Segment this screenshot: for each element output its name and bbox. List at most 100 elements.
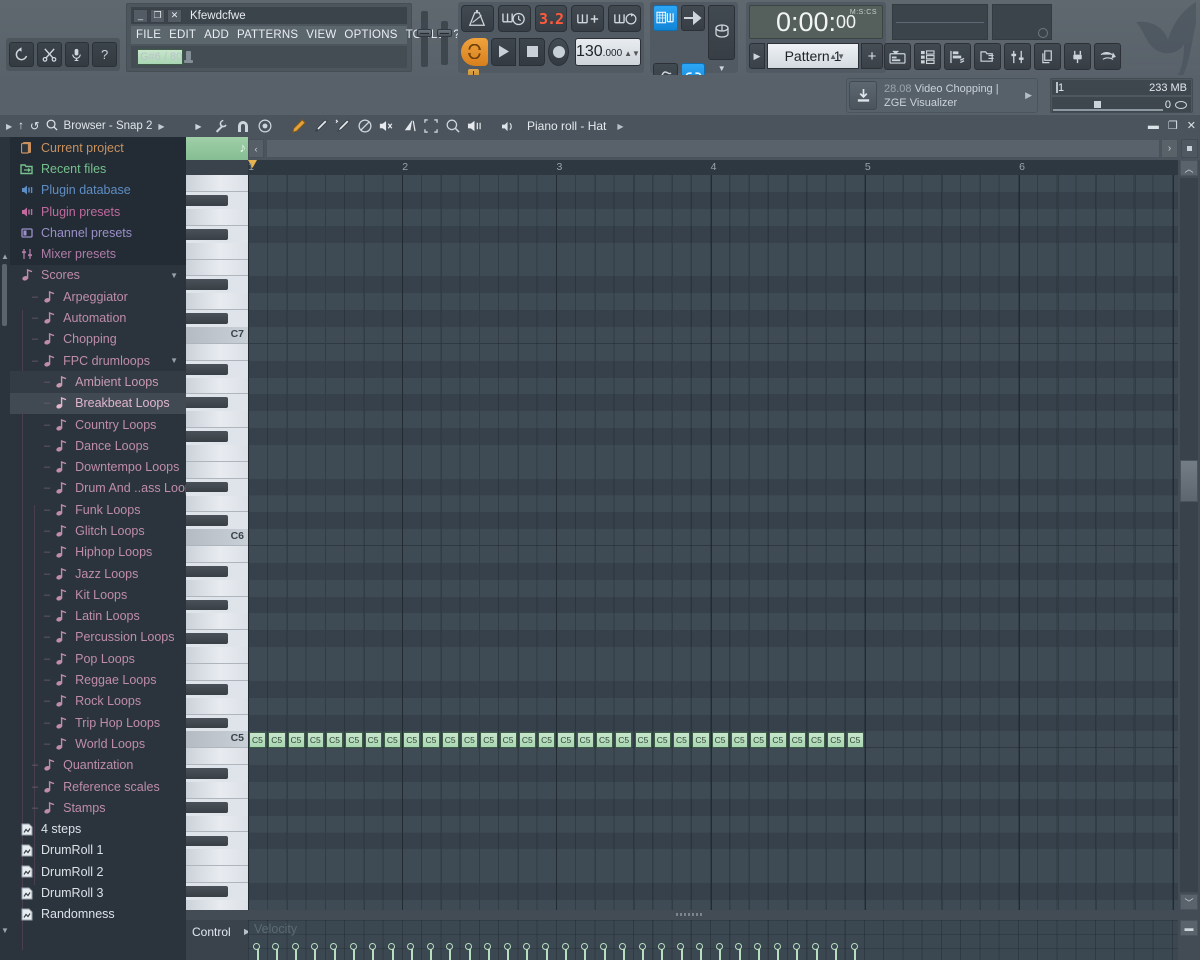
vertical-scrollbar[interactable]: ︿ ﹀ (1178, 160, 1200, 910)
velocity-handle[interactable] (580, 943, 588, 950)
browser-item-ambient-loops[interactable]: – Ambient Loops (10, 371, 186, 393)
velocity-handle[interactable] (792, 943, 800, 950)
browser-item-jazz-loops[interactable]: – Jazz Loops (10, 563, 186, 584)
pattern-song-mode-button[interactable]: 3.2 (534, 5, 568, 32)
piano-key-white[interactable] (186, 411, 248, 429)
velocity-scrollbar[interactable]: ▬ (1178, 920, 1200, 960)
piano-key-black[interactable] (186, 683, 228, 695)
piano-key-white[interactable] (186, 259, 248, 277)
piano-key-white[interactable] (186, 209, 248, 226)
piano-key-black[interactable] (186, 397, 228, 409)
note-grid[interactable]: C5 C5 C5 C5 C5 C5 C5 C5 C5 C5 C5 C5 C5 C5 C5 C5 C5 C5 C5 C5… (248, 175, 1178, 910)
piano-roll-window-button[interactable] (944, 43, 971, 70)
piano-roll-note[interactable]: C5 (422, 731, 440, 748)
browser-item-current-project[interactable]: Current project (10, 137, 186, 159)
browser-item-drumroll-3[interactable]: DrumRoll 3 (10, 882, 186, 903)
piano-key-white[interactable]: C7 (186, 327, 248, 344)
scroll-up-icon[interactable]: ︿ (1180, 160, 1198, 176)
velocity-handle[interactable] (773, 943, 781, 950)
velocity-handle[interactable] (426, 943, 434, 950)
piano-key-white[interactable] (186, 815, 248, 833)
velocity-handle[interactable] (503, 943, 511, 950)
song-position-display[interactable]: 3:05:12 G#6 / 80 (131, 46, 407, 68)
piano-roll-note[interactable]: C5 (480, 731, 498, 748)
pr-maximize-icon[interactable]: ❐ (1168, 120, 1178, 132)
speaker-icon[interactable] (501, 118, 516, 134)
browser-item-4-steps[interactable]: 4 steps (10, 819, 186, 840)
velocity-handle[interactable] (638, 943, 646, 950)
browser-item-drumroll-2[interactable]: DrumRoll 2 (10, 861, 186, 882)
horizontal-scrollbar[interactable]: ‹ (248, 139, 1160, 158)
menu-item-view[interactable]: VIEW (306, 29, 336, 41)
piano-key-black[interactable] (186, 633, 228, 645)
piano-key-black[interactable] (186, 481, 228, 493)
delete-icon[interactable] (357, 118, 372, 134)
piano-roll-note[interactable]: C5 (576, 731, 594, 748)
piano-roll-note[interactable]: C5 (595, 731, 614, 748)
browser-search-icon[interactable] (46, 119, 58, 134)
piano-roll-note[interactable]: C5 (711, 731, 729, 748)
pr-minimize-icon[interactable]: ▬ (1148, 120, 1159, 132)
velocity-handle[interactable] (388, 943, 396, 950)
piano-roll-note[interactable]: C5 (769, 731, 787, 748)
browser-item-channel-presets[interactable]: Channel presets (10, 222, 186, 244)
piano-roll-note[interactable]: C5 (538, 731, 556, 748)
news-hint-panel[interactable]: 28.08 Video Chopping | ZGE Visualizer ▶ (846, 78, 1038, 113)
pattern-selector[interactable]: Pattern 1 ▲▼ (767, 43, 859, 69)
piano-roll-note[interactable]: C5 (441, 731, 460, 748)
piano-key-black[interactable] (186, 717, 228, 729)
piano-key-black[interactable] (186, 363, 228, 375)
piano-key-black[interactable] (186, 515, 228, 527)
master-pitch-knob-icon[interactable] (183, 50, 194, 64)
piano-key-white[interactable] (186, 461, 248, 479)
piano-roll-note[interactable]: C5 (518, 731, 537, 748)
browser-item-scores[interactable]: Scores ▼ (10, 264, 186, 287)
piano-key-black[interactable] (186, 313, 228, 324)
playback-icon[interactable] (467, 118, 482, 134)
piano-key-white[interactable] (186, 444, 248, 462)
browser-item-kit-loops[interactable]: – Kit Loops (10, 584, 186, 605)
piano-roll-note[interactable]: C5 (268, 731, 286, 748)
close-icon[interactable]: ✕ (167, 8, 182, 23)
piano-roll-note[interactable]: C5 (557, 731, 575, 748)
velocity-handle[interactable] (310, 943, 318, 950)
vscroll-thumb[interactable] (1180, 460, 1198, 502)
zoom-icon[interactable] (445, 118, 460, 134)
velocity-handle[interactable] (561, 943, 569, 950)
piano-key-black[interactable] (186, 431, 228, 442)
browser-item-randomness[interactable]: Randomness (10, 904, 186, 925)
browser-item-country-loops[interactable]: – Country Loops (10, 414, 186, 435)
pr-close-icon[interactable]: ✕ (1187, 120, 1196, 132)
scroll-left-icon[interactable]: ‹ (248, 139, 264, 158)
piano-roll-note[interactable]: C5 (653, 731, 672, 748)
master-volume-fader[interactable] (417, 11, 432, 67)
piano-roll-note[interactable]: C5 (730, 731, 749, 748)
piano-keyboard[interactable]: C8C7C6C5C4C3 (186, 175, 248, 910)
touch-mode-button[interactable] (1094, 43, 1121, 70)
piano-key-white[interactable] (186, 647, 248, 664)
undo-history-button[interactable] (9, 42, 34, 67)
piano-key-black[interactable] (186, 565, 228, 577)
pattern-menu-button[interactable]: ▶ (749, 43, 765, 69)
browser-item-recent-files[interactable]: Recent files (10, 158, 186, 180)
loop-mode-icon[interactable] (461, 37, 488, 66)
tempo-display[interactable]: 130.000 ▲▼ (574, 37, 641, 66)
browser-item-latin-loops[interactable]: – Latin Loops (10, 606, 186, 627)
piano-key-white[interactable] (186, 866, 248, 884)
velocity-handle[interactable] (291, 943, 299, 950)
browser-item-reference-scales[interactable]: – Reference scales (10, 776, 186, 797)
browser-item-dance-loops[interactable]: – Dance Loops (10, 435, 186, 456)
plugin-picker-button[interactable] (1064, 43, 1091, 70)
scroll-down-icon[interactable]: ▼ (1, 926, 9, 936)
select-icon[interactable] (423, 118, 438, 134)
piano-key-white[interactable] (186, 293, 248, 311)
piano-roll-note[interactable]: C5 (634, 731, 652, 748)
paint-icon[interactable] (313, 118, 328, 134)
time-ruler[interactable]: 1 2 3 4 5 6 (248, 160, 1178, 175)
velocity-editor[interactable]: Velocity (248, 920, 1178, 960)
piano-key-black[interactable] (186, 228, 228, 240)
paint-multi-icon[interactable] (335, 118, 350, 134)
wrench-icon[interactable] (213, 118, 228, 134)
browser-item-rock-loops[interactable]: – Rock Loops (10, 691, 186, 712)
piano-roll-note[interactable]: C5 (788, 731, 806, 748)
